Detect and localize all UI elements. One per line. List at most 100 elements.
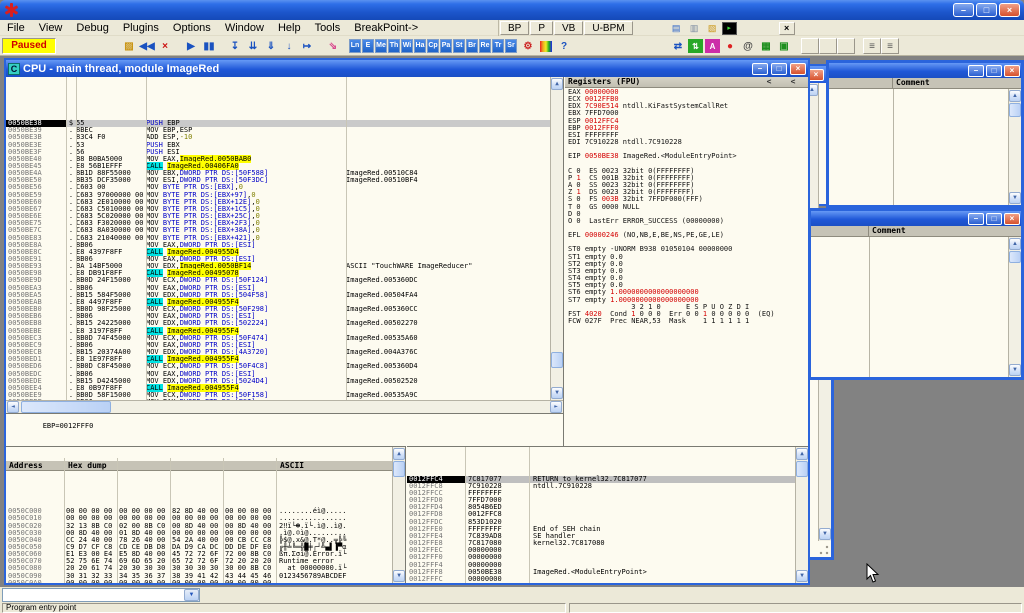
toolbar-letter-th[interactable]: Th	[388, 39, 400, 53]
stack-vscrollbar[interactable]: ▲ ▼	[795, 447, 808, 583]
comment-window-middle-titlebar[interactable]: – □ ×	[811, 211, 1021, 226]
menu-item-tools[interactable]: Tools	[308, 21, 348, 35]
console-icon[interactable]: ▸	[722, 22, 737, 35]
plugin-button-p[interactable]: P	[530, 21, 553, 35]
help-icon[interactable]: ?	[555, 38, 573, 54]
toolbar-letter-wi[interactable]: Wi	[401, 39, 413, 53]
maximize-icon[interactable]: □	[986, 65, 1002, 77]
disasm-row[interactable]: 0050BEEF.8B06MOV EAX,DWORD PTR DS:[ESI]	[6, 399, 550, 400]
disasm-row[interactable]: 0050BE3B.83C4 F0ADD ESP,-10	[6, 134, 550, 141]
toolbar-letter-ln[interactable]: Ln	[349, 39, 361, 53]
comment-window-top-titlebar[interactable]: – □ ×	[829, 63, 1021, 78]
registers-pane[interactable]: Registers (FPU) < < EAX 00000000ECX 0012…	[565, 77, 808, 446]
plugin-button-vb[interactable]: VB	[554, 21, 583, 35]
scrollbar[interactable]: ▲ ▼	[1008, 237, 1021, 377]
notes-icon[interactable]: ▤	[668, 22, 685, 35]
register-row[interactable]: EIP 0050BE38 ImageRed.<ModuleEntryPoint>	[565, 153, 808, 160]
trace-into-icon[interactable]: ⇓	[262, 38, 280, 54]
comment-window-middle-content[interactable]: ▲ ▼	[811, 237, 1021, 377]
open-file-icon[interactable]: ▨	[120, 38, 138, 54]
register-row[interactable]: EDI 7C910228 ntdll.7C910228	[565, 139, 808, 146]
restore-button[interactable]: □	[976, 3, 997, 17]
comment-window-top-content[interactable]: ▲ ▼	[829, 89, 1021, 205]
list-window-icon[interactable]: ≡	[863, 38, 881, 54]
menu-item-file[interactable]: File	[0, 21, 32, 35]
register-row[interactable]: FCW 027F Prec NEAR,53 Mask 1 1 1 1 1 1	[565, 318, 808, 325]
info-pane[interactable]: EBP=0012FFF0	[6, 413, 564, 446]
toolbar-letter-ha[interactable]: Ha	[414, 39, 426, 53]
register-row[interactable]: T 0 GS 0000 NULL	[565, 204, 808, 211]
minimize-icon[interactable]: –	[968, 213, 984, 225]
folder-icon[interactable]: ▧	[704, 22, 721, 35]
toolbar-letter-sr[interactable]: Sr	[505, 39, 517, 53]
close-icon[interactable]: ×	[790, 63, 806, 75]
plugin-close-icon[interactable]: ×	[779, 22, 795, 35]
toolbar-letter-me[interactable]: Me	[375, 39, 387, 53]
goto-icon[interactable]: ⇘	[324, 38, 342, 54]
minimize-button[interactable]: –	[953, 3, 974, 17]
dump-pane[interactable]: Address Hex dump ASCII 0050C00000 00 00 …	[6, 446, 406, 583]
disassembly-hscrollbar[interactable]: ◄ ►	[6, 400, 563, 413]
disassembly-pane[interactable]: 0050BE38$55PUSH EBP0050BE39.8BECMOV EBP,…	[6, 77, 564, 413]
disasm-row[interactable]: 0050BE3E.53PUSH EBX	[6, 142, 550, 149]
prev-frame-icon[interactable]: <	[757, 77, 781, 87]
column-header[interactable]: Comment	[811, 226, 1021, 237]
spiral-icon[interactable]: @	[739, 38, 757, 54]
close-icon[interactable]: ×	[808, 69, 824, 81]
toolbar-letter-pa[interactable]: Pa	[440, 39, 452, 53]
menu-item-help[interactable]: Help	[271, 21, 308, 35]
keypad-icon[interactable]: ▦	[757, 38, 775, 54]
plugin-button-bp[interactable]: BP	[500, 21, 529, 35]
maximize-icon[interactable]: □	[986, 213, 1002, 225]
menu-item-options[interactable]: Options	[166, 21, 218, 35]
list-window2-icon[interactable]: ≡	[881, 38, 899, 54]
scrollbar[interactable]: ▲ ▼	[1008, 89, 1021, 205]
plugin-button-ubpm[interactable]: U-BPM	[584, 21, 632, 35]
chevron-down-icon[interactable]: ▼	[184, 589, 199, 601]
maximize-icon[interactable]: □	[771, 63, 787, 75]
restart-icon[interactable]: ◀◀	[138, 38, 156, 54]
toolbar-letter-cp[interactable]: Cp	[427, 39, 439, 53]
assemble-icon[interactable]: A	[705, 39, 720, 53]
dump-vscrollbar[interactable]: ▲ ▼	[392, 447, 405, 583]
command-input[interactable]	[3, 589, 184, 601]
registers-header[interactable]: Registers (FPU) < <	[565, 77, 808, 88]
book-icon[interactable]: ▥	[686, 22, 703, 35]
toolbar-letter-e[interactable]: E	[362, 39, 374, 53]
minimize-icon[interactable]: –	[968, 65, 984, 77]
stack-pane[interactable]: 0012FFC47C817077RETURN to kernel32.7C817…	[407, 446, 808, 583]
close-icon[interactable]: ×	[1004, 65, 1020, 77]
pause-icon[interactable]: ▮▮	[200, 38, 218, 54]
close-program-icon[interactable]: ×	[156, 38, 174, 54]
menu-item-view[interactable]: View	[32, 21, 70, 35]
swap-arrows-icon[interactable]: ⇄	[669, 38, 687, 54]
minimize-icon[interactable]: –	[752, 63, 768, 75]
appearance-icon[interactable]	[537, 38, 555, 54]
cpu-window-titlebar[interactable]: C CPU - main thread, module ImageRed – □…	[6, 60, 808, 77]
menu-item-plugins[interactable]: Plugins	[116, 21, 166, 35]
disassembly-vscrollbar[interactable]: ▲ ▼	[550, 77, 563, 400]
options-gear-icon[interactable]: ⚙	[519, 38, 537, 54]
toolbar-letter-st[interactable]: St	[453, 39, 465, 53]
command-combobox[interactable]: ▼	[2, 588, 200, 602]
trace-over-icon[interactable]: ↓	[280, 38, 298, 54]
screen-icon[interactable]: ▣	[775, 38, 793, 54]
play-icon[interactable]: ▶	[182, 38, 200, 54]
register-row[interactable]: O 0 LastErr ERROR_SUCCESS (00000000)	[565, 218, 808, 225]
toolbar-letter-tr[interactable]: Tr	[492, 39, 504, 53]
close-button[interactable]: ×	[999, 3, 1020, 17]
step-into-icon[interactable]: ↧	[226, 38, 244, 54]
next-frame-icon[interactable]: <	[781, 77, 805, 87]
resize-grip[interactable]	[818, 544, 830, 556]
close-icon[interactable]: ×	[1004, 213, 1020, 225]
menu-item-breakpoint[interactable]: BreakPoint->	[347, 21, 425, 35]
updown-icon[interactable]: ⇅	[688, 39, 703, 53]
execute-till-return-icon[interactable]: ↦	[298, 38, 316, 54]
menu-item-window[interactable]: Window	[218, 21, 271, 35]
toolbar-letter-re[interactable]: Re	[479, 39, 491, 53]
register-row[interactable]: EFL 00000246 (NO,NB,E,BE,NS,PE,GE,LE)	[565, 232, 808, 239]
breakpoint-dot-icon[interactable]: ●	[721, 38, 739, 54]
column-header[interactable]: Comment	[829, 78, 1021, 89]
toolbar-letter-br[interactable]: Br	[466, 39, 478, 53]
menu-item-debug[interactable]: Debug	[69, 21, 115, 35]
